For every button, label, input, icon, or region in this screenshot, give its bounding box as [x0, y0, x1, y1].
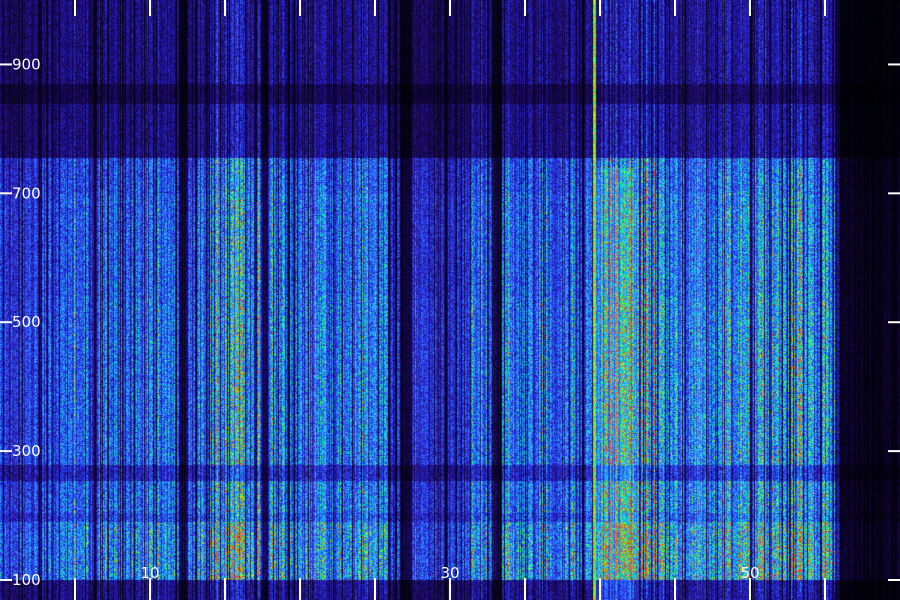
y-tick-label-3: 700 — [12, 184, 41, 202]
x-tick-label-1: 30 — [440, 564, 459, 582]
axis-overlay: 10 30 50 100 300 500 700 900 — [0, 0, 900, 600]
spectrogram-chart: 10 30 50 100 300 500 700 900 — [0, 0, 900, 600]
x-tick-label-0: 10 — [140, 564, 159, 582]
y-ticks — [0, 63, 900, 581]
y-tick-label-4: 900 — [12, 55, 41, 73]
x-ticks — [74, 0, 826, 600]
y-tick-label-2: 500 — [12, 313, 41, 331]
x-tick-labels: 10 30 50 — [140, 564, 759, 582]
y-tick-label-1: 300 — [12, 442, 41, 460]
y-tick-labels: 100 300 500 700 900 — [12, 55, 41, 589]
x-tick-label-2: 50 — [740, 564, 759, 582]
y-tick-label-0: 100 — [12, 571, 41, 589]
